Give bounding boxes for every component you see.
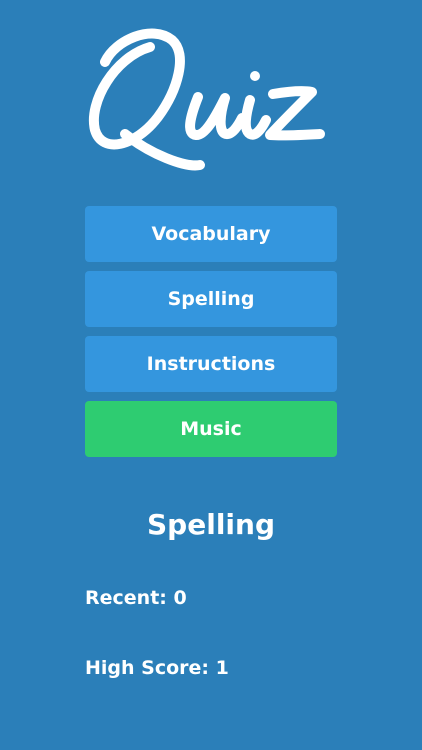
music-button[interactable]: Music — [85, 401, 337, 457]
vocabulary-button[interactable]: Vocabulary — [85, 206, 337, 262]
main-menu: Vocabulary Spelling Instructions Music — [85, 206, 337, 466]
high-score: High Score: 1 — [85, 657, 229, 679]
recent-score: Recent: 0 — [85, 587, 187, 609]
instructions-button[interactable]: Instructions — [85, 336, 337, 392]
quiz-logo — [80, 22, 342, 182]
quiz-logo-art — [88, 28, 325, 171]
section-title: Spelling — [147, 508, 275, 541]
spelling-button[interactable]: Spelling — [85, 271, 337, 327]
